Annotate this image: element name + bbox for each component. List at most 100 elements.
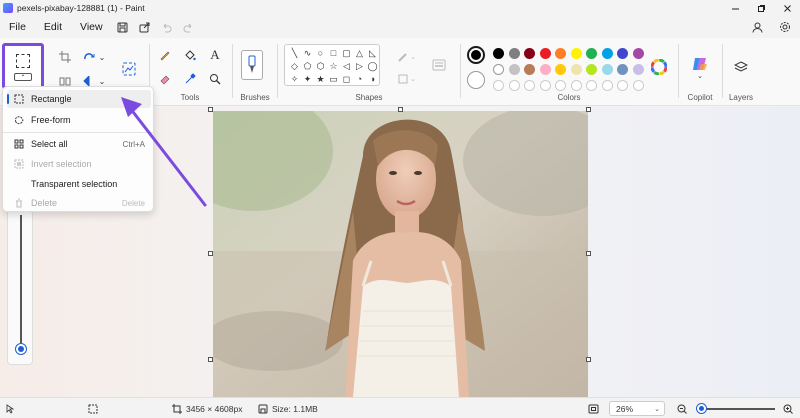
resize-handle[interactable] xyxy=(208,251,213,256)
color-swatch[interactable] xyxy=(524,48,535,59)
size-button[interactable] xyxy=(430,56,448,74)
color-swatch[interactable] xyxy=(617,48,628,59)
crop-button[interactable] xyxy=(56,48,74,66)
custom-color-slot[interactable] xyxy=(601,80,613,91)
fill-chevron[interactable]: ⌄ xyxy=(408,70,418,88)
color-1-button[interactable] xyxy=(467,46,485,64)
resize-handle[interactable] xyxy=(208,357,213,362)
custom-color-slot[interactable] xyxy=(570,80,582,91)
color-swatch[interactable] xyxy=(586,64,597,75)
outline-chevron[interactable]: ⌄ xyxy=(408,48,418,66)
fit-to-window-button[interactable] xyxy=(588,398,599,418)
color-swatch[interactable] xyxy=(539,64,551,75)
color-swatch[interactable] xyxy=(632,48,644,59)
shape-option[interactable]: ▷ xyxy=(353,60,366,73)
save-button[interactable] xyxy=(112,16,134,38)
menu-file[interactable]: File xyxy=(0,21,35,33)
undo-button[interactable] xyxy=(156,16,178,38)
zoom-slider-track[interactable] xyxy=(702,408,775,410)
color-swatch[interactable] xyxy=(617,64,628,75)
magnifier-tool[interactable] xyxy=(206,70,224,88)
shape-option[interactable]: ◺ xyxy=(366,47,379,60)
custom-color-slot[interactable] xyxy=(493,80,504,91)
zoom-out-button[interactable] xyxy=(677,398,687,418)
color-swatch[interactable] xyxy=(570,48,582,59)
layers-button[interactable] xyxy=(732,58,750,76)
delete-option[interactable]: Delete Delete xyxy=(7,194,151,212)
custom-color-slot[interactable] xyxy=(586,80,597,91)
resize-handle[interactable] xyxy=(208,107,213,112)
zoom-dropdown[interactable]: 26% ⌄ xyxy=(609,401,665,416)
maximize-button[interactable] xyxy=(748,0,774,16)
color-2-button[interactable] xyxy=(467,71,485,89)
shape-option[interactable]: ✧ xyxy=(288,73,301,85)
shape-option[interactable]: ○ xyxy=(314,47,327,60)
brush-size-slider[interactable] xyxy=(7,210,33,365)
image-edit-button[interactable] xyxy=(120,60,138,78)
shape-option[interactable]: □ xyxy=(327,47,340,60)
color-swatch[interactable] xyxy=(586,48,597,59)
close-button[interactable] xyxy=(774,0,800,16)
copilot-chevron[interactable]: ⌄ xyxy=(694,72,706,80)
color-swatch[interactable] xyxy=(539,48,551,59)
selection-button[interactable]: ⌃ xyxy=(2,43,44,89)
custom-color-slot[interactable] xyxy=(508,80,520,91)
shape-option[interactable]: ▭ xyxy=(327,73,340,85)
invert-selection-option[interactable]: Invert selection xyxy=(7,155,151,173)
shape-option[interactable]: △ xyxy=(353,47,366,60)
custom-color-slot[interactable] xyxy=(617,80,628,91)
image-canvas[interactable] xyxy=(213,111,588,397)
shape-option[interactable]: ◻ xyxy=(340,73,353,85)
shape-option[interactable]: ◁ xyxy=(340,60,353,73)
transparent-selection-option[interactable]: Transparent selection xyxy=(7,175,151,193)
shape-option[interactable]: ╲ xyxy=(288,47,301,60)
resize-handle[interactable] xyxy=(586,251,591,256)
rectangle-option[interactable]: Rectangle xyxy=(7,90,151,108)
freeform-option[interactable]: Free-form xyxy=(7,111,151,129)
shape-option[interactable]: ★ xyxy=(314,73,327,85)
zoom-in-button[interactable] xyxy=(783,398,793,418)
shape-option[interactable]: ⬠ xyxy=(301,60,314,73)
pencil-tool[interactable] xyxy=(156,46,174,64)
resize-handle[interactable] xyxy=(586,107,591,112)
color-swatch[interactable] xyxy=(493,64,504,75)
rotate-chevron[interactable]: ⌄ xyxy=(96,48,108,66)
fill-tool[interactable] xyxy=(181,46,199,64)
zoom-slider-thumb[interactable] xyxy=(697,404,706,413)
color-picker-tool[interactable] xyxy=(181,70,199,88)
chevron-up-icon[interactable]: ⌃ xyxy=(14,73,32,81)
color-swatch[interactable] xyxy=(524,64,535,75)
menu-view[interactable]: View xyxy=(71,21,112,33)
shape-option[interactable]: ∿ xyxy=(301,47,314,60)
shape-option[interactable]: ◔ xyxy=(353,73,366,85)
color-swatch[interactable] xyxy=(555,48,566,59)
shape-option[interactable]: ⬡ xyxy=(314,60,327,73)
custom-color-slot[interactable] xyxy=(539,80,551,91)
edit-colors-button[interactable] xyxy=(650,58,668,76)
custom-color-slot[interactable] xyxy=(555,80,566,91)
copilot-button[interactable] xyxy=(690,54,710,74)
color-swatch[interactable] xyxy=(601,64,613,75)
text-tool[interactable]: A xyxy=(206,46,224,64)
shape-option[interactable]: ▢ xyxy=(340,47,353,60)
shape-option[interactable]: ✦ xyxy=(301,73,314,85)
redo-button[interactable] xyxy=(178,16,200,38)
brushes-button[interactable] xyxy=(241,50,263,80)
custom-color-slot[interactable] xyxy=(524,80,535,91)
color-swatch[interactable] xyxy=(632,64,644,75)
color-swatch[interactable] xyxy=(601,48,613,59)
shape-option[interactable]: ☆ xyxy=(327,60,340,73)
settings-button[interactable] xyxy=(774,16,796,38)
shape-option[interactable]: ◯ xyxy=(366,60,379,73)
eraser-tool[interactable] xyxy=(156,70,174,88)
resize-handle[interactable] xyxy=(398,107,403,112)
color-swatch[interactable] xyxy=(493,48,504,59)
shape-option[interactable]: ◑ xyxy=(366,73,379,85)
menu-edit[interactable]: Edit xyxy=(35,21,71,33)
custom-color-slot[interactable] xyxy=(632,80,644,91)
select-all-option[interactable]: Select all Ctrl+A xyxy=(7,135,151,153)
color-swatch[interactable] xyxy=(570,64,582,75)
account-button[interactable] xyxy=(746,16,768,38)
color-swatch[interactable] xyxy=(555,64,566,75)
resize-handle[interactable] xyxy=(586,357,591,362)
